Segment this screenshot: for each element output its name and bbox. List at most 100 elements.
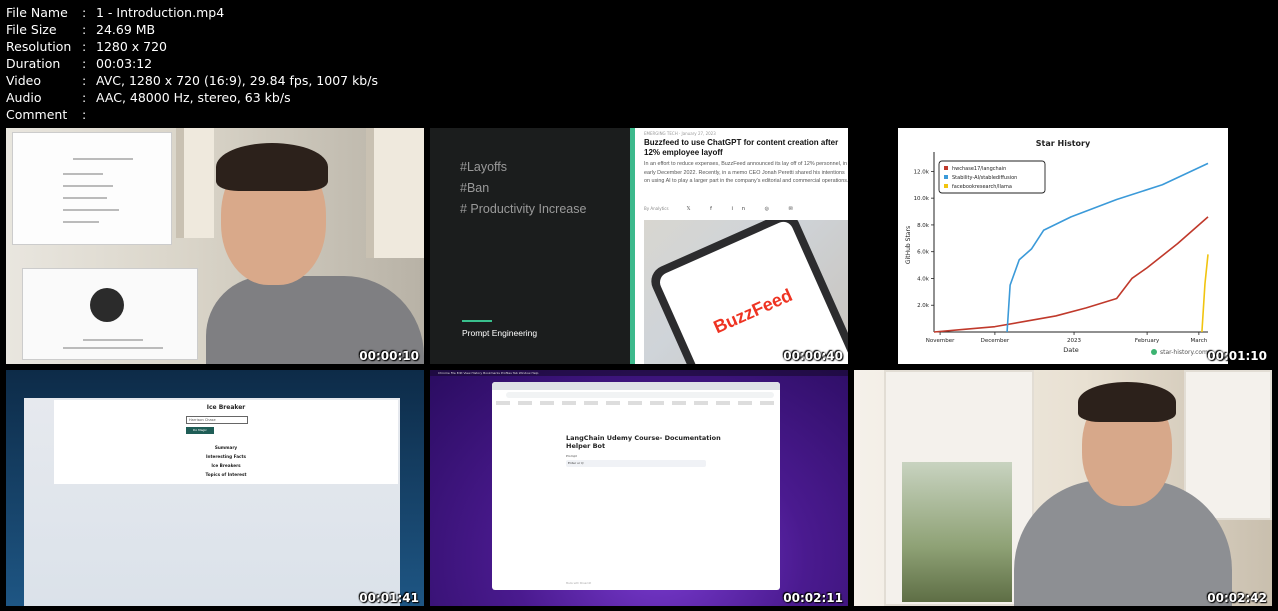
legend-label: hwchase17/langchain	[952, 166, 1006, 172]
thumbnail-4[interactable]: Ice Breaker Harrison Chase Do Magic Summ…	[6, 370, 424, 606]
meta-row: File Size:24.69 MB	[6, 21, 378, 38]
meta-key: Video	[6, 73, 42, 88]
meta-separator: :	[82, 56, 87, 71]
legend-label: facebookresearch/llama	[952, 184, 1012, 190]
meta-separator: :	[82, 90, 87, 105]
meta-separator: :	[82, 73, 87, 88]
meta-row: Duration:00:03:12	[6, 55, 378, 72]
timestamp: 00:02:42	[1207, 591, 1267, 605]
thumbnail-1[interactable]: 00:00:10	[6, 128, 424, 364]
prompt-label: Prompt	[566, 454, 577, 458]
meta-value: 1280 x 720	[96, 39, 168, 54]
file-metadata: File Name:1 - Introduction.mp4 File Size:…	[6, 4, 378, 123]
app-title: Ice Breaker	[206, 404, 246, 411]
meta-key: File Size	[6, 22, 57, 37]
tag: #Ban	[460, 181, 490, 195]
presenter-hair	[1078, 382, 1176, 422]
bookmarks-bar	[496, 401, 776, 405]
name-input[interactable]: Harrison Chase	[186, 416, 248, 424]
app-title: LangChain Udemy Course- Documentation He…	[566, 434, 721, 450]
tag-list: #Layoffs #Ban # Productivity Increase	[460, 157, 586, 220]
watermark-icon	[1151, 349, 1157, 355]
byline: By Analytics	[644, 206, 669, 211]
avatar	[90, 288, 124, 322]
legend-label: Stability-AI/stablediffusion	[952, 175, 1017, 181]
address-bar	[506, 392, 774, 398]
timestamp: 00:00:40	[783, 349, 843, 363]
chart-panel: Star History 2.0k 4.0k 6.0k 8.0k 10.0k 12.0k No…	[898, 128, 1228, 364]
x-tick-label: November	[926, 338, 955, 344]
thumbnail-3[interactable]: Star History 2.0k 4.0k 6.0k 8.0k 10.0k 12.0k No…	[854, 128, 1272, 364]
y-tick-label: 6.0k	[917, 250, 930, 256]
meta-key: File Name	[6, 5, 68, 20]
meta-value: 00:03:12	[96, 56, 153, 71]
timestamp: 00:02:11	[783, 591, 843, 605]
meta-value: 24.69 MB	[96, 22, 156, 37]
meta-key: Duration	[6, 56, 61, 71]
tag: # Productivity Increase	[460, 202, 587, 216]
y-tick-label: 2.0k	[917, 303, 930, 309]
presenter-hair	[216, 143, 328, 191]
y-tick-label: 8.0k	[917, 223, 930, 229]
timestamp: 00:01:41	[359, 591, 419, 605]
meta-separator: :	[82, 107, 87, 122]
series-line	[933, 216, 1209, 333]
browser-window: LangChain Udemy Course- Documentation He…	[492, 382, 780, 590]
tab-bar	[492, 382, 780, 390]
legend-swatch	[944, 175, 948, 179]
x-tick-label: 2023	[1067, 338, 1081, 344]
meta-row: Video: AVC, 1280 x 720 (16:9), 29.84 fps,…	[6, 72, 378, 89]
meta-row: Comment:	[6, 106, 378, 123]
phone-screen: BuzzFeed	[656, 220, 848, 364]
news-article: EMERGING TECH · January 27, 2023 Buzzfee…	[630, 128, 848, 364]
meta-separator: :	[82, 5, 87, 20]
thumbnail-2[interactable]: #Layoffs #Ban # Productivity Increase Pr…	[430, 128, 848, 364]
prompt-input[interactable]: Enter ur Q	[566, 460, 706, 467]
ice-breaker-card: Ice Breaker Harrison Chase Do Magic Summ…	[54, 400, 398, 484]
article-body: In an effort to reduce expenses, BuzzFee…	[644, 161, 848, 185]
browser-window	[12, 132, 172, 245]
meta-key: Comment	[6, 107, 68, 122]
slide-footer: Prompt Engineering	[462, 328, 538, 338]
do-magic-button[interactable]: Do Magic	[186, 427, 214, 434]
meta-row: Audio: AAC, 48000 Hz, stereo, 63 kb/s	[6, 89, 378, 106]
article-photo: BuzzFeed	[644, 220, 848, 364]
meta-row: Resolution:1280 x 720	[6, 38, 378, 55]
article-category: EMERGING TECH · January 27, 2023	[644, 131, 716, 136]
buzzfeed-logo: BuzzFeed	[710, 284, 796, 338]
section-ice-breakers: Ice Breakers	[211, 463, 241, 468]
phone: BuzzFeed	[646, 220, 848, 364]
section-topics: Topics of Interest	[205, 472, 247, 477]
meta-separator: :	[82, 39, 87, 54]
thumbnail-6[interactable]: 00:02:42	[854, 370, 1272, 606]
social-icons: 𝕏 f in ◎ ✉	[686, 206, 802, 212]
meta-key: Audio	[6, 90, 42, 105]
meta-separator: :	[82, 22, 87, 37]
y-tick-label: 4.0k	[917, 276, 930, 282]
accent-line	[462, 320, 492, 322]
legend-swatch	[944, 166, 948, 170]
y-axis-label: GitHub Stars	[905, 226, 912, 264]
article-headline: Buzzfeed to use ChatGPT for content crea…	[644, 138, 839, 157]
timestamp: 00:01:10	[1207, 349, 1267, 363]
meta-key: Resolution	[6, 39, 72, 54]
y-tick-label: 12.0k	[914, 169, 930, 175]
section-list: Summary Interesting Facts Ice Breakers T…	[54, 443, 398, 479]
share-icons: By Analytics 𝕏 f in ◎ ✉	[644, 206, 802, 212]
star-history-chart: Star History 2.0k 4.0k 6.0k 8.0k 10.0k 12.0k No…	[905, 139, 1209, 356]
window-frame	[1184, 370, 1272, 520]
tag: #Layoffs	[460, 160, 508, 174]
thumbnail-5[interactable]: Chrome File Edit View History Bookmarks …	[430, 370, 848, 606]
app-page: Ice Breaker Harrison Chase Do Magic Summ…	[24, 398, 400, 606]
section-summary: Summary	[214, 445, 238, 450]
x-tick-label: December	[981, 338, 1010, 344]
window-pane	[366, 128, 424, 258]
mac-menubar: Chrome File Edit View History Bookmarks …	[430, 370, 848, 376]
meta-value: AVC, 1280 x 720 (16:9), 29.84 fps, 1007 …	[96, 73, 378, 88]
x-axis-label: Date	[1063, 346, 1079, 354]
window-pane	[176, 128, 214, 238]
outside-view	[902, 462, 1012, 602]
x-tick-label: March	[1190, 338, 1207, 344]
section-facts: Interesting Facts	[205, 454, 247, 459]
x-tick-label: February	[1135, 338, 1160, 344]
